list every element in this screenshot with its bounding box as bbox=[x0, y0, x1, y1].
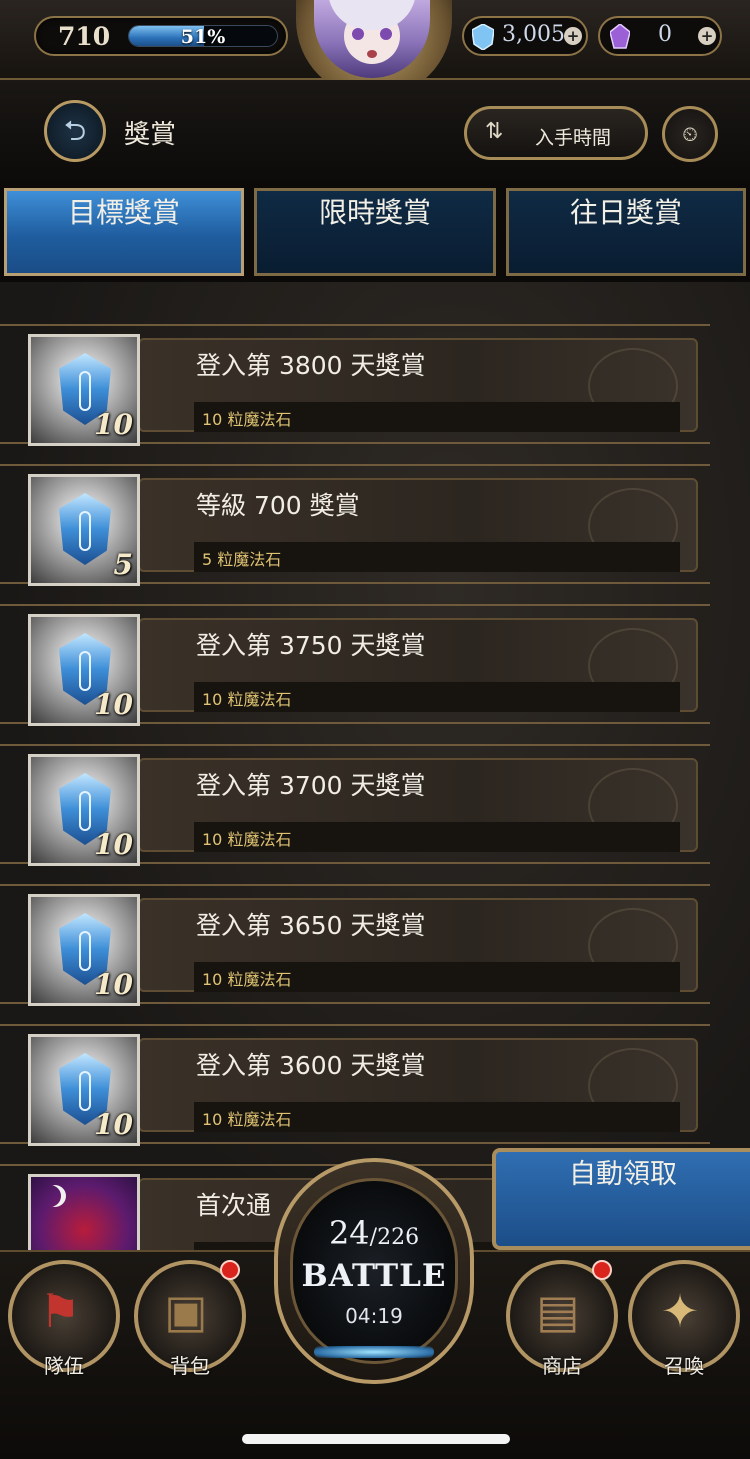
reward-title: 登入第 3800 天獎賞 bbox=[196, 351, 426, 380]
stamina-display: 24/226 bbox=[274, 1214, 474, 1252]
nav-label: 背包 bbox=[170, 1354, 210, 1378]
magic-stone-item-icon: 5 bbox=[28, 474, 140, 586]
auto-claim-button[interactable]: 自動領取 bbox=[492, 1148, 750, 1250]
stamina-max: /226 bbox=[369, 1225, 420, 1250]
back-button[interactable]: ⮌ bbox=[44, 100, 106, 162]
page-title: 獎賞 bbox=[124, 120, 177, 150]
reward-title: 首次通 bbox=[196, 1191, 272, 1220]
moon-icon bbox=[39, 1185, 61, 1207]
sort-arrows-icon: ⇅ bbox=[485, 119, 504, 144]
reward-desc: 10 粒魔法石 bbox=[202, 830, 292, 849]
reward-desc: 10 粒魔法石 bbox=[202, 410, 292, 429]
tab-label: 往日獎賞 bbox=[569, 196, 682, 229]
magic-stone-icon bbox=[472, 24, 494, 50]
reward-row[interactable]: 10 登入第 3700 天獎賞 10 粒魔法石 bbox=[0, 744, 710, 866]
item-count: 5 bbox=[113, 548, 133, 581]
reward-title: 等級 700 獎賞 bbox=[196, 491, 360, 520]
battle-label: BATTLE bbox=[301, 1258, 447, 1294]
tab-label: 限時獎賞 bbox=[318, 196, 431, 229]
gem-currency: 3,005 + bbox=[462, 16, 588, 56]
add-gems-button[interactable]: + bbox=[564, 27, 582, 45]
reward-desc: 10 粒魔法石 bbox=[202, 970, 292, 989]
reward-title: 登入第 3750 天獎賞 bbox=[196, 631, 426, 660]
magic-stone-item-icon: 10 bbox=[28, 614, 140, 726]
exp-bar: 51% bbox=[128, 25, 278, 47]
item-count: 10 bbox=[94, 1108, 133, 1141]
purple-crystal-icon bbox=[610, 24, 630, 49]
nav-summon[interactable]: ✦ 召喚 bbox=[628, 1260, 740, 1390]
sort-button[interactable]: ⇅ 入手時間 bbox=[464, 106, 648, 160]
sort-label: 入手時間 bbox=[535, 127, 612, 149]
nav-bag[interactable]: ▣ 背包 bbox=[134, 1260, 246, 1390]
tab-limited-rewards[interactable]: 限時獎賞 bbox=[254, 188, 496, 276]
nav-shop[interactable]: ▤ 商店 bbox=[506, 1260, 618, 1390]
item-count: 10 bbox=[94, 688, 133, 721]
bag-icon: ▣ bbox=[164, 1284, 208, 1338]
nav-label: 隊伍 bbox=[44, 1354, 84, 1378]
reward-title: 登入第 3600 天獎賞 bbox=[196, 1051, 426, 1080]
add-premium-button[interactable]: + bbox=[698, 27, 716, 45]
tab-past-rewards[interactable]: 往日獎賞 bbox=[506, 188, 746, 276]
reward-desc: 10 粒魔法石 bbox=[202, 690, 292, 709]
reward-row[interactable]: 10 登入第 3650 天獎賞 10 粒魔法石 bbox=[0, 884, 710, 1006]
premium-currency: 0 + bbox=[598, 16, 722, 56]
page-header: ⮌ 獎賞 ⇅ 入手時間 ⏲ bbox=[0, 80, 750, 182]
reward-row[interactable]: 5 等級 700 獎賞 5 粒魔法石 bbox=[0, 464, 710, 586]
magic-stone-item-icon: 10 bbox=[28, 1034, 140, 1146]
reward-tabs: 目標獎賞 限時獎賞 往日獎賞 bbox=[0, 182, 750, 282]
reward-row[interactable]: 10 登入第 3750 天獎賞 10 粒魔法石 bbox=[0, 604, 710, 726]
status-bar: 710 51% 3,005 + 0 + bbox=[0, 0, 750, 98]
reward-title: 登入第 3650 天獎賞 bbox=[196, 911, 426, 940]
history-clock-icon: ⏲ bbox=[682, 122, 698, 146]
gem-count: 3,005 bbox=[502, 22, 565, 47]
auto-claim-label: 自動領取 bbox=[569, 1159, 677, 1190]
item-count: 10 bbox=[94, 828, 133, 861]
notification-badge bbox=[592, 1260, 612, 1280]
flag-icon: ⚑ bbox=[39, 1284, 81, 1338]
nav-label: 商店 bbox=[542, 1354, 582, 1378]
item-count: 10 bbox=[94, 408, 133, 441]
reward-row[interactable]: 10 登入第 3800 天獎賞 10 粒魔法石 bbox=[0, 324, 710, 446]
player-level: 710 bbox=[58, 22, 111, 51]
nav-team[interactable]: ⚑ 隊伍 bbox=[8, 1260, 120, 1390]
premium-count: 0 bbox=[658, 22, 672, 47]
home-indicator[interactable] bbox=[242, 1434, 510, 1444]
stamina-current: 24 bbox=[328, 1214, 370, 1252]
battle-button[interactable]: 24/226 BATTLE 04:19 bbox=[274, 1158, 474, 1384]
magic-stone-item-icon: 10 bbox=[28, 894, 140, 1006]
reward-list: 10 登入第 3800 天獎賞 10 粒魔法石 5 等級 700 獎賞 5 粒魔… bbox=[0, 282, 750, 1286]
item-count: 10 bbox=[94, 968, 133, 1001]
summon-card-icon: ✦ bbox=[660, 1284, 700, 1338]
magic-stone-item-icon: 10 bbox=[28, 754, 140, 866]
history-button[interactable]: ⏲ bbox=[662, 106, 718, 162]
reward-desc: 10 粒魔法石 bbox=[202, 1110, 292, 1129]
stamina-timer: 04:19 bbox=[345, 1304, 403, 1328]
reward-desc: 5 粒魔法石 bbox=[202, 550, 282, 569]
magic-stone-item-icon: 10 bbox=[28, 334, 140, 446]
nav-label: 召喚 bbox=[664, 1354, 704, 1378]
notification-badge bbox=[220, 1260, 240, 1280]
exp-percent: 51% bbox=[180, 26, 226, 47]
reward-row[interactable]: 10 登入第 3600 天獎賞 10 粒魔法石 bbox=[0, 1024, 710, 1146]
shop-icon: ▤ bbox=[536, 1284, 580, 1338]
tab-target-rewards[interactable]: 目標獎賞 bbox=[4, 188, 244, 276]
battle-glow bbox=[314, 1346, 434, 1358]
tab-label: 目標獎賞 bbox=[67, 196, 180, 229]
back-arrow-icon: ⮌ bbox=[63, 114, 87, 147]
level-exp-box: 710 51% bbox=[34, 16, 288, 56]
reward-title: 登入第 3700 天獎賞 bbox=[196, 771, 426, 800]
